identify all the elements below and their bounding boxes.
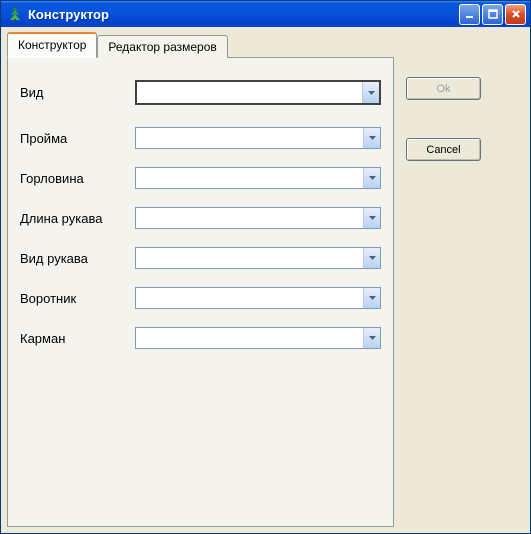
- label-karman: Карман: [20, 331, 135, 346]
- combo-vid[interactable]: [135, 80, 381, 105]
- field-row-gorlovina: Горловина: [20, 167, 381, 189]
- combo-vid-input[interactable]: [137, 82, 362, 103]
- label-vorotnik: Воротник: [20, 291, 135, 306]
- tab-constructor[interactable]: Конструктор: [7, 32, 97, 58]
- combo-vid-rukava-input[interactable]: [136, 248, 363, 268]
- label-gorlovina: Горловина: [20, 171, 135, 186]
- combo-dlina-rukava[interactable]: [135, 207, 381, 229]
- window: Конструктор Конструктор Редактор размеро…: [0, 0, 531, 534]
- combo-dlina-rukava-input[interactable]: [136, 208, 363, 228]
- window-controls: [459, 4, 526, 25]
- chevron-down-icon[interactable]: [363, 208, 380, 228]
- combo-gorlovina-input[interactable]: [136, 168, 363, 188]
- field-row-vid-rukava: Вид рукава: [20, 247, 381, 269]
- cancel-button[interactable]: Cancel: [406, 138, 481, 161]
- tab-strip: Конструктор Редактор размеров: [7, 31, 524, 57]
- label-dlina-rukava: Длина рукава: [20, 211, 135, 226]
- combo-proyma[interactable]: [135, 127, 381, 149]
- close-button[interactable]: [505, 4, 526, 25]
- chevron-down-icon[interactable]: [363, 128, 380, 148]
- field-row-vorotnik: Воротник: [20, 287, 381, 309]
- combo-gorlovina[interactable]: [135, 167, 381, 189]
- chevron-down-icon[interactable]: [363, 168, 380, 188]
- combo-vid-rukava[interactable]: [135, 247, 381, 269]
- label-vid-rukava: Вид рукава: [20, 251, 135, 266]
- client-area: Конструктор Редактор размеров Вид Пройма: [1, 27, 530, 533]
- chevron-down-icon[interactable]: [363, 248, 380, 268]
- tab-size-editor[interactable]: Редактор размеров: [97, 35, 227, 58]
- label-proyma: Пройма: [20, 131, 135, 146]
- app-icon: [7, 6, 23, 22]
- chevron-down-icon[interactable]: [363, 328, 380, 348]
- ok-button[interactable]: Ok: [406, 77, 481, 100]
- maximize-button[interactable]: [482, 4, 503, 25]
- chevron-down-icon[interactable]: [362, 82, 379, 103]
- tab-panel-constructor: Вид Пройма Горловина: [7, 57, 394, 527]
- combo-vorotnik-input[interactable]: [136, 288, 363, 308]
- combo-karman[interactable]: [135, 327, 381, 349]
- combo-vorotnik[interactable]: [135, 287, 381, 309]
- titlebar: Конструктор: [1, 1, 530, 27]
- field-row-vid: Вид: [20, 80, 381, 105]
- window-title: Конструктор: [28, 7, 459, 22]
- minimize-button[interactable]: [459, 4, 480, 25]
- chevron-down-icon[interactable]: [363, 288, 380, 308]
- combo-karman-input[interactable]: [136, 328, 363, 348]
- dialog-buttons: Ok Cancel: [406, 77, 481, 161]
- field-row-dlina-rukava: Длина рукава: [20, 207, 381, 229]
- label-vid: Вид: [20, 85, 135, 100]
- combo-proyma-input[interactable]: [136, 128, 363, 148]
- field-row-karman: Карман: [20, 327, 381, 349]
- field-row-proyma: Пройма: [20, 127, 381, 149]
